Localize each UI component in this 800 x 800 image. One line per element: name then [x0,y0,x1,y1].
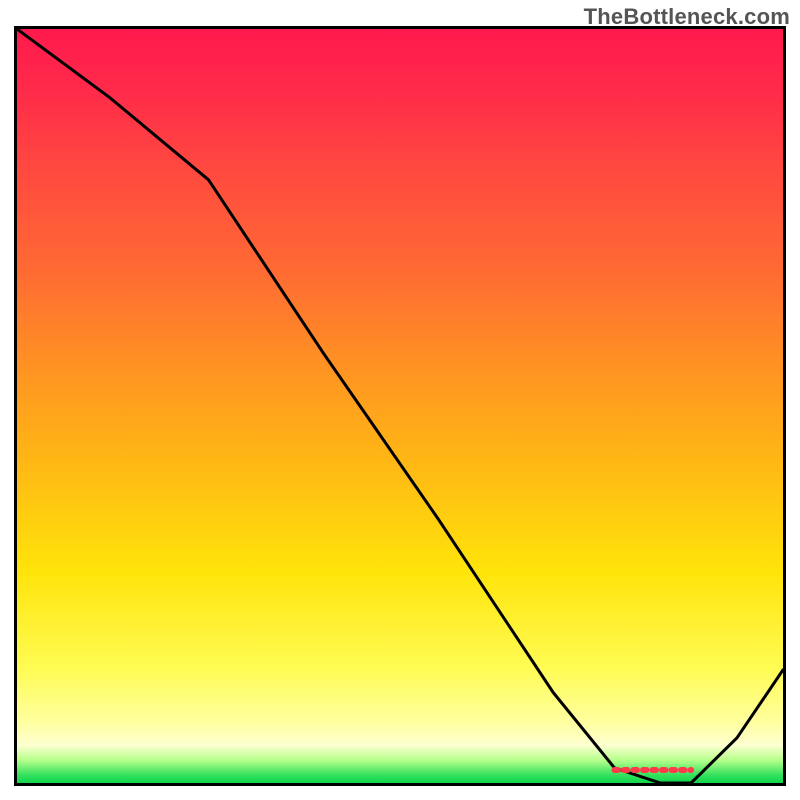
chart-svg [17,29,783,783]
curve-path [17,29,783,783]
plot-area [14,26,786,786]
chart-container: TheBottleneck.com [0,0,800,800]
watermark-text: TheBottleneck.com [584,4,790,30]
